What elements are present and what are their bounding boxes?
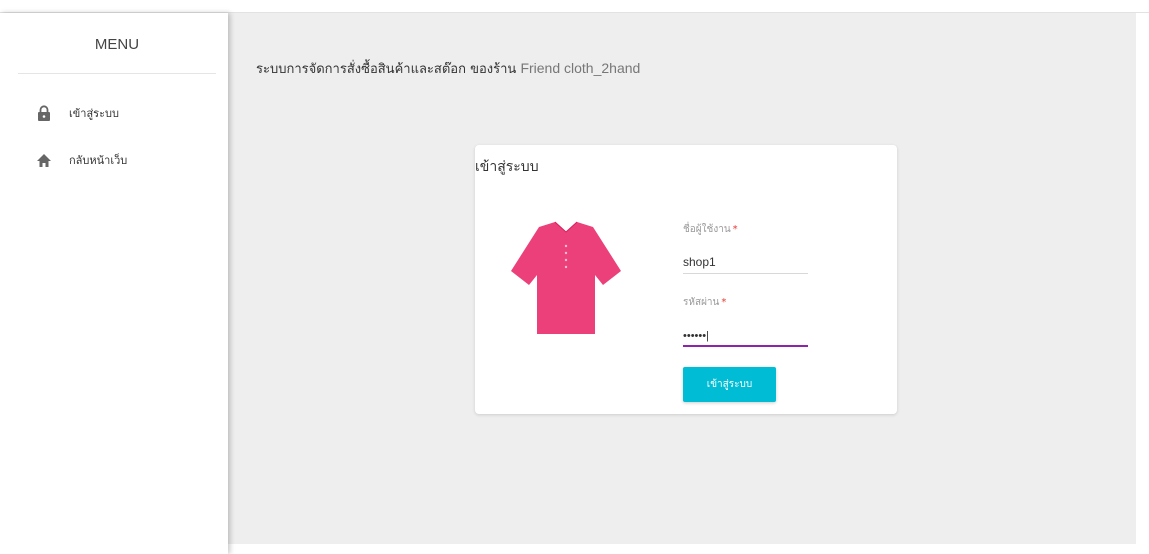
page-title: ระบบการจัดการสั่งซื้อสินค้าและสต๊อก ของร… <box>256 58 640 79</box>
sidebar-item-login[interactable]: เข้าสู่ระบบ <box>36 102 206 124</box>
username-label: ชื่อผู้ใช้งาน * <box>683 222 738 237</box>
password-field[interactable]: ••••••| <box>683 325 808 347</box>
sidebar: MENU เข้าสู่ระบบ กลับหน้าเว็บ <box>0 13 228 554</box>
required-mark: * <box>721 297 727 308</box>
main-content: ระบบการจัดการสั่งซื้อสินค้าและสต๊อก ของร… <box>228 13 1149 544</box>
login-card-title: เข้าสู่ระบบ <box>475 159 539 175</box>
sidebar-item-label: เข้าสู่ระบบ <box>69 107 119 120</box>
menu-title: MENU <box>94 36 140 53</box>
sidebar-item-back-to-site[interactable]: กลับหน้าเว็บ <box>36 149 206 171</box>
username-label-text: ชื่อผู้ใช้งาน <box>683 224 731 235</box>
username-underline <box>683 273 808 274</box>
right-edge <box>1136 13 1149 544</box>
sidebar-item-label: กลับหน้าเว็บ <box>69 154 128 167</box>
home-icon <box>36 152 52 168</box>
page-title-text: ระบบการจัดการสั่งซื้อสินค้าและสต๊อก ของร… <box>256 62 517 77</box>
shop-name: Friend cloth_2hand <box>520 60 641 76</box>
password-label: รหัสผ่าน * <box>683 295 726 310</box>
lock-icon <box>36 105 52 121</box>
password-underline <box>683 345 808 347</box>
shirt-icon <box>511 221 621 334</box>
menu-divider <box>18 73 216 74</box>
login-button[interactable]: เข้าสู่ระบบ <box>683 367 776 402</box>
username-field[interactable] <box>683 251 808 273</box>
password-label-text: รหัสผ่าน <box>683 297 720 308</box>
login-card: เข้าสู่ระบบ ชื่อผู้ใช้งาน* รหัสผ่าน* •••… <box>475 145 897 414</box>
required-mark: * <box>732 224 738 235</box>
